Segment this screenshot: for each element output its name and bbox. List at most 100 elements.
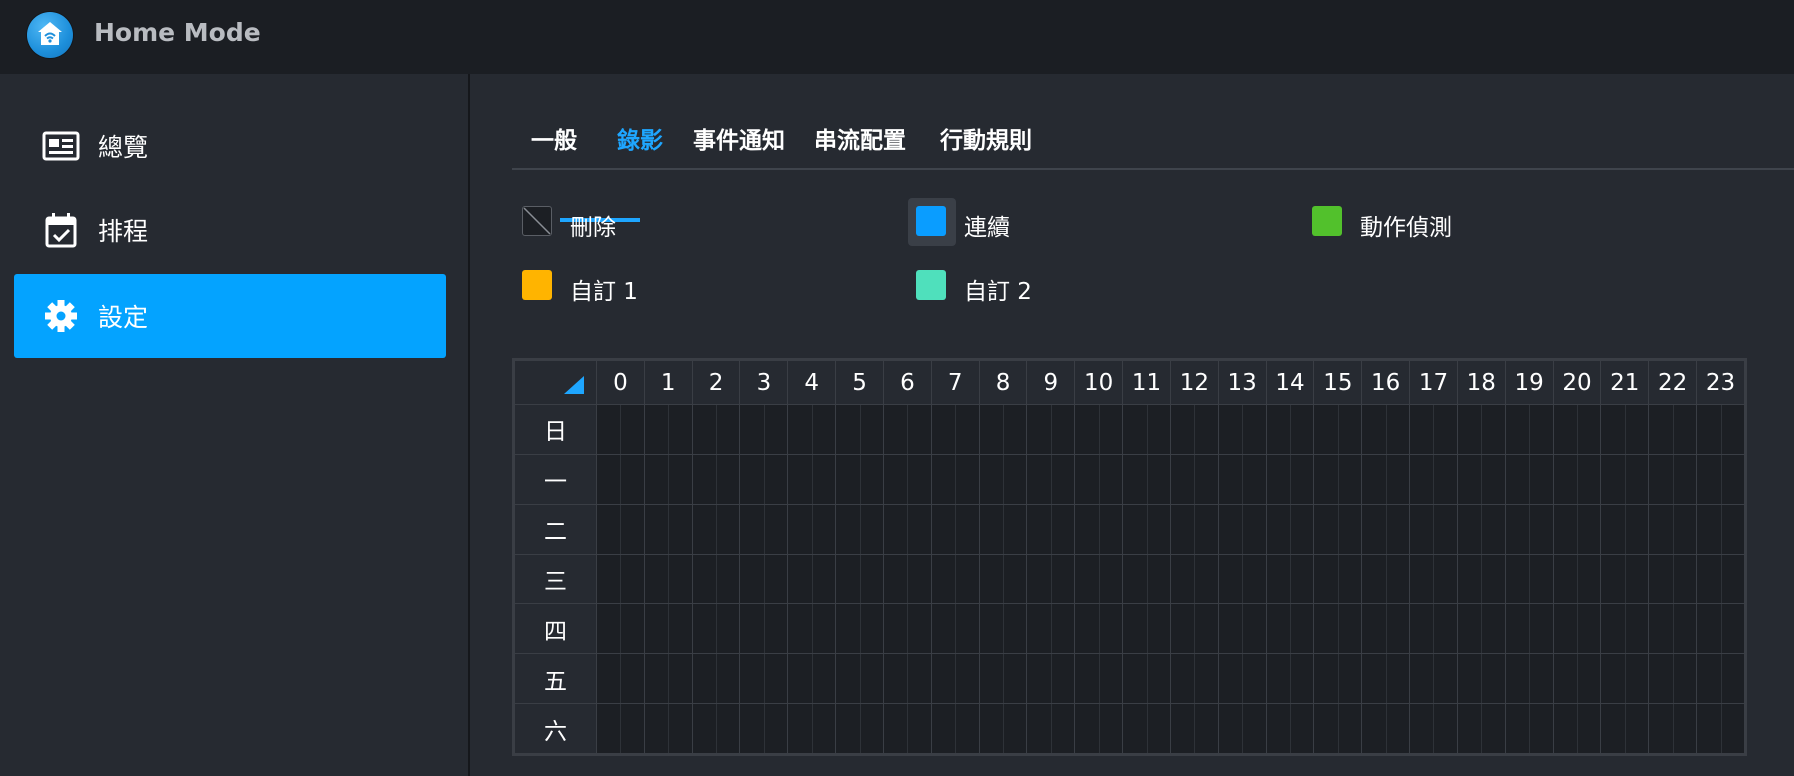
schedule-cell[interactable] [1122,553,1171,605]
schedule-cell[interactable] [1217,553,1267,605]
schedule-cell[interactable] [787,404,837,455]
schedule-cell[interactable] [1122,453,1171,505]
schedule-cell[interactable] [787,503,837,555]
schedule-cell[interactable] [930,653,980,705]
schedule-cell[interactable] [1361,503,1411,555]
schedule-cell[interactable] [1648,404,1698,455]
legend-delete[interactable]: 刪除 [514,198,714,242]
schedule-cell[interactable] [1169,553,1219,605]
schedule-cell[interactable] [1504,703,1554,754]
schedule-cell[interactable] [787,553,837,605]
hour-header[interactable]: 1 [643,360,693,405]
schedule-cell[interactable] [1409,703,1458,754]
hour-header[interactable]: 21 [1600,360,1650,405]
hour-header[interactable]: 2 [691,360,741,405]
schedule-cell[interactable] [1600,603,1650,655]
schedule-cell[interactable] [1600,653,1650,705]
schedule-cell[interactable] [1169,653,1219,705]
schedule-cell[interactable] [1026,653,1076,705]
schedule-cell[interactable] [1074,553,1124,605]
schedule-cell[interactable] [835,503,884,555]
hour-header[interactable]: 12 [1169,360,1219,405]
schedule-cell[interactable] [835,453,884,505]
schedule-cell[interactable] [739,703,789,754]
schedule-cell[interactable] [930,503,980,555]
hour-header[interactable]: 22 [1648,360,1698,405]
schedule-cell[interactable] [882,703,932,754]
schedule-cell[interactable] [643,703,693,754]
schedule-cell[interactable] [1696,703,1745,754]
schedule-cell[interactable] [787,653,837,705]
schedule-cell[interactable] [596,553,645,605]
schedule-cell[interactable] [1313,603,1363,655]
schedule-cell[interactable] [1504,553,1554,605]
schedule-cell[interactable] [1456,703,1506,754]
schedule-cell[interactable] [787,453,837,505]
schedule-cell[interactable] [930,404,980,455]
schedule-cell[interactable] [739,453,789,505]
schedule-cell[interactable] [691,653,741,705]
schedule-cell[interactable] [1169,503,1219,555]
hour-header[interactable]: 15 [1313,360,1363,405]
legend-continuous[interactable]: 連續 [908,198,1108,246]
schedule-cell[interactable] [1409,553,1458,605]
hour-header[interactable]: 4 [787,360,837,405]
tab-general[interactable]: 一般 [512,94,596,170]
schedule-cell[interactable] [1026,404,1076,455]
schedule-cell[interactable] [1648,503,1698,555]
schedule-cell[interactable] [691,603,741,655]
schedule-cell[interactable] [1313,703,1363,754]
schedule-cell[interactable] [1600,503,1650,555]
schedule-cell[interactable] [1074,653,1124,705]
schedule-cell[interactable] [596,453,645,505]
schedule-cell[interactable] [1265,503,1315,555]
schedule-cell[interactable] [1696,603,1745,655]
schedule-cell[interactable] [930,703,980,754]
schedule-cell[interactable] [691,503,741,555]
schedule-cell[interactable] [882,603,932,655]
schedule-cell[interactable] [1456,653,1506,705]
schedule-cell[interactable] [1217,404,1267,455]
schedule-cell[interactable] [1122,653,1171,705]
schedule-cell[interactable] [1648,453,1698,505]
schedule-cell[interactable] [1648,603,1698,655]
schedule-cell[interactable] [978,703,1028,754]
hour-header[interactable]: 18 [1456,360,1506,405]
schedule-cell[interactable] [1074,603,1124,655]
schedule-cell[interactable] [1600,404,1650,455]
schedule-cell[interactable] [835,703,884,754]
schedule-cell[interactable] [978,503,1028,555]
legend-motion-detection[interactable]: 動作偵測 [1304,198,1524,242]
schedule-cell[interactable] [1074,503,1124,555]
schedule-cell[interactable] [1313,404,1363,455]
schedule-cell[interactable] [1648,653,1698,705]
schedule-cell[interactable] [1361,703,1411,754]
schedule-cell[interactable] [1313,553,1363,605]
schedule-cell[interactable] [1074,703,1124,754]
schedule-cell[interactable] [1265,453,1315,505]
schedule-cell[interactable] [643,453,693,505]
schedule-cell[interactable] [596,404,645,455]
tab-event-notification[interactable]: 事件通知 [684,94,794,170]
schedule-cell[interactable] [1456,503,1506,555]
hour-header[interactable]: 8 [978,360,1028,405]
schedule-cell[interactable] [1026,503,1076,555]
schedule-cell[interactable] [1361,453,1411,505]
schedule-cell[interactable] [1696,503,1745,555]
schedule-cell[interactable] [1217,453,1267,505]
schedule-cell[interactable] [1552,553,1602,605]
schedule-cell[interactable] [978,603,1028,655]
hour-header[interactable]: 11 [1122,360,1171,405]
schedule-cell[interactable] [1409,404,1458,455]
schedule-cell[interactable] [1409,653,1458,705]
schedule-cell[interactable] [1026,453,1076,505]
day-header[interactable]: 二 [514,503,597,555]
day-header[interactable]: 六 [514,703,597,754]
schedule-cell[interactable] [835,404,884,455]
schedule-cell[interactable] [1169,703,1219,754]
schedule-cell[interactable] [643,603,693,655]
schedule-cell[interactable] [1552,404,1602,455]
schedule-cell[interactable] [1552,503,1602,555]
schedule-cell[interactable] [1217,503,1267,555]
hour-header[interactable]: 7 [930,360,980,405]
